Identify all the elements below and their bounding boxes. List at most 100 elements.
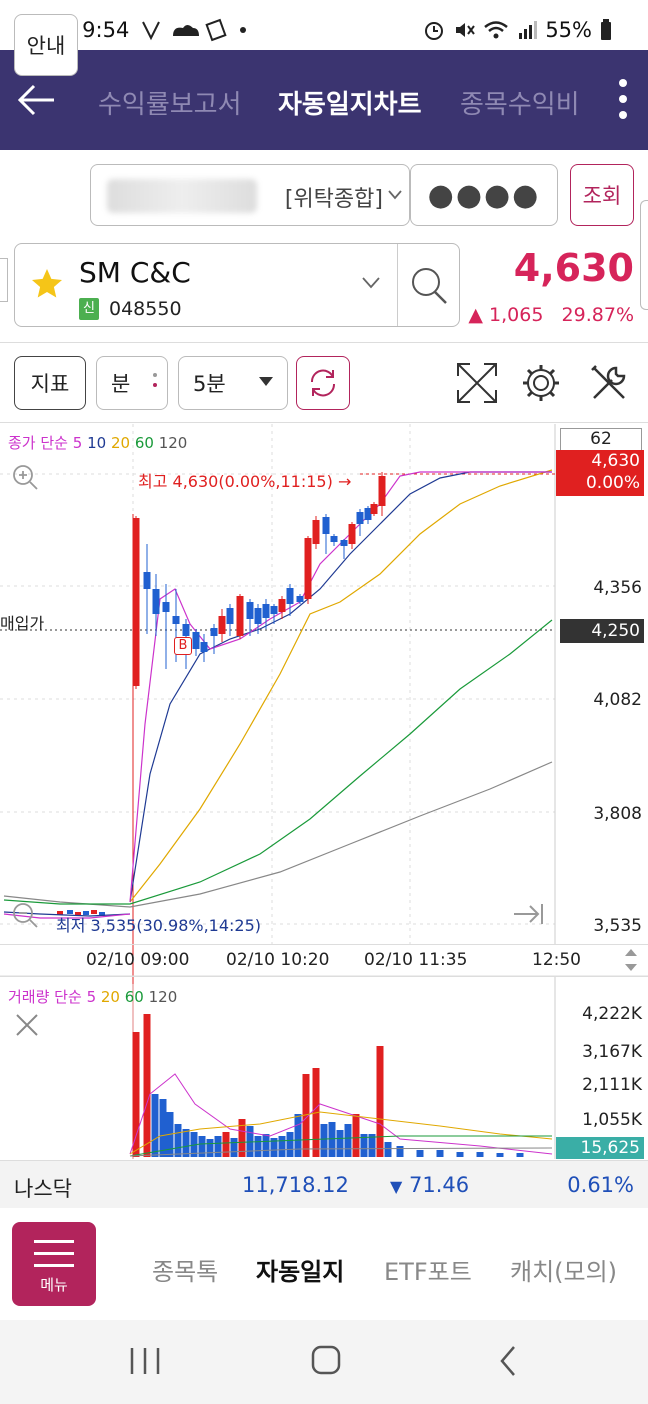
guide-button[interactable]: 안내 (14, 14, 78, 76)
back-icon[interactable] (496, 1344, 520, 1378)
volume-bar (262, 1134, 270, 1157)
nav-catch-mock[interactable]: 캐치(모의) (510, 1252, 617, 1287)
left-drawer-handle[interactable] (0, 258, 8, 302)
zoom-out-icon[interactable] (10, 900, 40, 930)
bar-count-box[interactable]: 62 (560, 428, 642, 452)
system-navigation-bar (0, 1320, 648, 1404)
scroll-arrows-icon[interactable] (622, 946, 640, 974)
candle-body (296, 596, 304, 602)
buy-marker[interactable]: B (174, 637, 192, 655)
tab-stock-profit[interactable]: 종목수익비 (460, 84, 578, 121)
y-tick: 3,535 (593, 916, 642, 936)
candle-body (322, 517, 330, 534)
volume-tick: 4,222K (582, 1004, 642, 1024)
divider (0, 422, 648, 423)
candle-body (364, 508, 372, 520)
stock-search-button[interactable] (397, 244, 459, 326)
settings-gear-icon[interactable] (518, 360, 564, 406)
menu-button[interactable]: 메뉴 (12, 1222, 96, 1306)
change-percent: 29.87% (561, 304, 634, 326)
volume-bar (344, 1124, 352, 1157)
close-icon[interactable] (14, 1012, 40, 1038)
candle-body (152, 589, 160, 614)
time-tick: 12:50 (532, 950, 581, 970)
current-price-tag-pct: 0.00% (585, 473, 640, 493)
candle-body (132, 518, 140, 686)
index-name: 나스닥 (14, 1177, 72, 1201)
volume-legend: 거래량 단순 5 20 60 120 (8, 986, 177, 1007)
volume-bar (254, 1136, 262, 1157)
nav-auto-journal[interactable]: 자동일지 (256, 1252, 344, 1287)
refresh-button[interactable] (296, 356, 350, 410)
indicator-button[interactable]: 지표 (14, 356, 86, 410)
buy-price-label: 매입가 (0, 614, 45, 633)
index-change: ▼ 71.46 (390, 1173, 469, 1197)
battery-icon (601, 19, 611, 40)
divider (0, 944, 648, 945)
volume-legend-ma60: 60 (124, 988, 144, 1006)
hamburger-icon (34, 1240, 74, 1276)
ma-10-line (129, 471, 552, 903)
volume-bar (222, 1132, 230, 1157)
volume-tick: 3,167K (582, 1042, 642, 1062)
volume-bar (376, 1046, 384, 1157)
high-annotation: 최고 4,630(0.00%,11:15) → (138, 468, 351, 492)
volume-bar (132, 1032, 140, 1157)
current-price-tag-value: 4,630 (591, 451, 640, 471)
more-menu-icon[interactable] (618, 78, 628, 120)
volume-bar (496, 1153, 504, 1157)
stock-code: 048550 (109, 298, 182, 320)
candle-body (246, 602, 254, 619)
wifi-icon (484, 21, 509, 39)
y-tick: 4,082 (593, 690, 642, 710)
volume-tick: 2,111K (582, 1075, 642, 1095)
interval-dropdown[interactable]: 5분 (178, 356, 288, 410)
high-annotation-text: 최고 4,630(0.00%,11:15) (138, 472, 333, 491)
tools-icon[interactable] (586, 360, 632, 406)
recent-apps-icon[interactable] (128, 1346, 162, 1376)
account-selector[interactable]: [위탁종합] (90, 164, 410, 226)
price-legend: 종가 단순 5 10 20 60 120 (8, 432, 187, 453)
jump-to-latest-icon[interactable] (512, 900, 546, 928)
index-value: 11,718.12 (242, 1173, 349, 1197)
index-ticker-bar[interactable]: 나스닥 11,718.12 ▼ 71.46 0.61% (0, 1160, 648, 1208)
signal-icon (519, 21, 538, 39)
low-annotation: 최저 3,535(30.98%,14:25) (56, 916, 262, 935)
home-icon[interactable] (310, 1344, 342, 1376)
volume-current-tag: 15,625 (556, 1137, 644, 1159)
time-tick: 02/10 10:20 (226, 950, 330, 970)
up-arrow-icon: ▲ (468, 304, 483, 326)
fullscreen-icon[interactable] (454, 360, 500, 406)
password-field[interactable]: ●●●● (410, 164, 558, 226)
query-button[interactable]: 조회 (570, 164, 634, 226)
chevron-down-icon (388, 190, 402, 200)
volume-bar (159, 1099, 167, 1157)
volume-bar (436, 1150, 444, 1157)
volume-bar (328, 1122, 336, 1157)
zoom-in-icon[interactable] (10, 462, 40, 492)
tab-auto-journal-chart[interactable]: 자동일지차트 (278, 84, 422, 121)
tab-profit-report[interactable]: 수익률보고서 (98, 84, 242, 121)
nav-etf-port[interactable]: ETF포트 (384, 1252, 472, 1287)
volume-bar (206, 1139, 214, 1157)
candle-body (312, 520, 320, 544)
price-change: ▲ 1,065 29.87% (468, 304, 634, 326)
divider (0, 976, 648, 977)
minute-unit-button[interactable]: 분 (96, 356, 168, 410)
volume-bar (278, 1136, 286, 1157)
chevron-down-icon[interactable] (361, 276, 381, 290)
stock-selector[interactable]: SM C&C 신 048550 (14, 243, 460, 327)
menu-label: 메뉴 (40, 1276, 68, 1294)
nav-stock-talk[interactable]: 종목톡 (152, 1252, 218, 1287)
favorite-star-icon[interactable] (29, 266, 65, 302)
price-chart[interactable] (0, 424, 648, 1160)
volume-legend-prefix: 거래량 단순 (8, 988, 82, 1006)
app-header: 수익률보고서 자동일지차트 종목수익비 (0, 50, 648, 150)
side-drawer-handle[interactable] (640, 200, 648, 310)
volume-bar (286, 1132, 294, 1157)
divider (0, 342, 648, 343)
chart-grid (0, 424, 555, 944)
candle-body (143, 572, 151, 589)
legend-ma20: 20 (110, 434, 131, 452)
back-arrow-icon[interactable] (14, 78, 58, 122)
